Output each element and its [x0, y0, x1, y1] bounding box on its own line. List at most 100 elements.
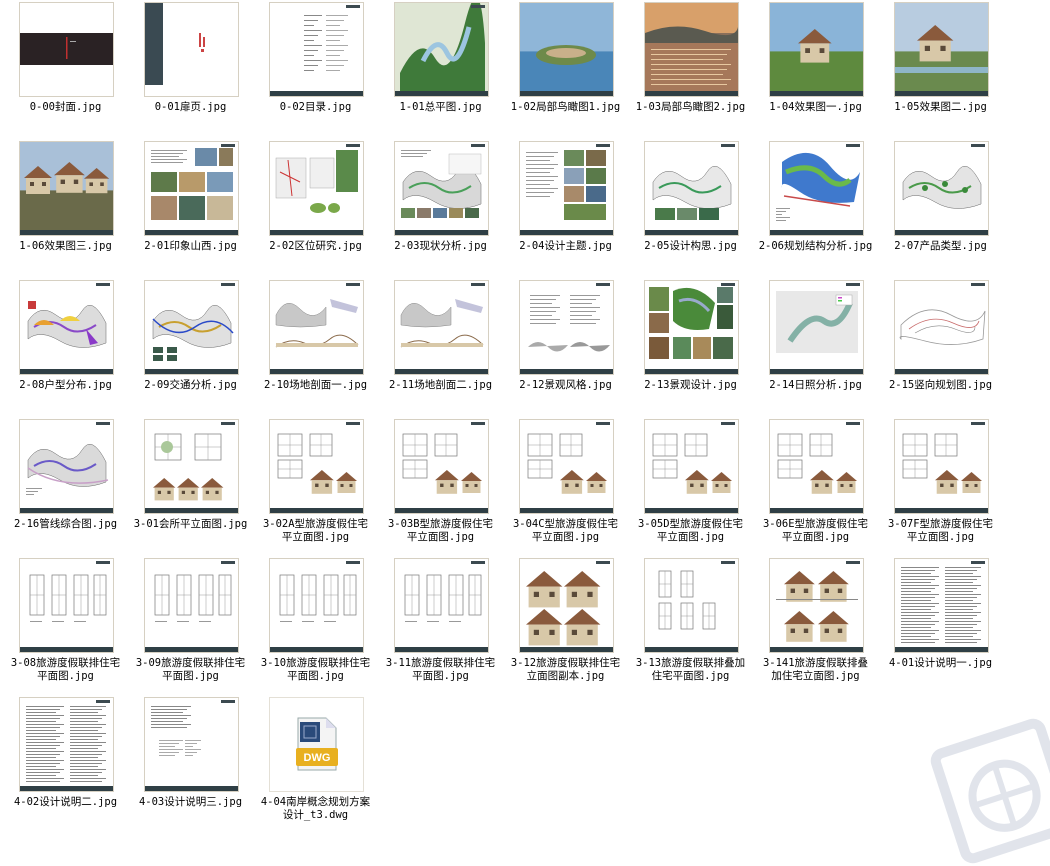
file-name[interactable]: 3-04C型旅游度假住宅 平立面图.jpg — [503, 518, 628, 544]
file-tile[interactable]: 1-04效果图一.jpg — [753, 2, 878, 141]
image-thumbnail[interactable] — [394, 419, 489, 514]
image-thumbnail[interactable] — [19, 558, 114, 653]
image-thumbnail[interactable] — [769, 280, 864, 375]
file-tile[interactable]: 1-01总平图.jpg — [378, 2, 503, 141]
image-thumbnail[interactable] — [19, 419, 114, 514]
file-name[interactable]: 2-02区位研究.jpg — [253, 240, 378, 253]
file-name[interactable]: 2-12景观风格.jpg — [503, 379, 628, 392]
file-name[interactable]: 1-05效果图二.jpg — [878, 101, 1003, 114]
file-name[interactable]: 0-02目录.jpg — [253, 101, 378, 114]
file-tile[interactable]: 4-01设计说明一.jpg — [878, 558, 1003, 697]
image-thumbnail[interactable] — [144, 141, 239, 236]
file-tile[interactable]: 3-01会所平立面图.jpg — [128, 419, 253, 558]
file-name[interactable]: 2-13景观设计.jpg — [628, 379, 753, 392]
file-name[interactable]: 4-01设计说明一.jpg — [878, 657, 1003, 670]
file-name[interactable]: 4-02设计说明二.jpg — [3, 796, 128, 809]
image-thumbnail[interactable] — [19, 2, 114, 97]
file-name[interactable]: 2-11场地剖面二.jpg — [378, 379, 503, 392]
file-tile[interactable]: 2-08户型分布.jpg — [3, 280, 128, 419]
file-tile[interactable]: 2-14日照分析.jpg — [753, 280, 878, 419]
file-tile[interactable]: 3-03B型旅游度假住宅 平立面图.jpg — [378, 419, 503, 558]
file-tile[interactable]: 3-06E型旅游度假住宅 平立面图.jpg — [753, 419, 878, 558]
file-tile[interactable]: 3-09旅游度假联排住宅 平面图.jpg — [128, 558, 253, 697]
image-thumbnail[interactable] — [394, 280, 489, 375]
file-name[interactable]: 3-03B型旅游度假住宅 平立面图.jpg — [378, 518, 503, 544]
dwg-file-thumbnail[interactable]: DWG — [269, 697, 364, 792]
file-tile[interactable]: 1-06效果图三.jpg — [3, 141, 128, 280]
file-tile[interactable]: 4-03设计说明三.jpg — [128, 697, 253, 836]
file-name[interactable]: 1-01总平图.jpg — [378, 101, 503, 114]
file-name[interactable]: 2-06规划结构分析.jpg — [753, 240, 878, 253]
file-name[interactable]: 2-10场地剖面一.jpg — [253, 379, 378, 392]
image-thumbnail[interactable] — [394, 141, 489, 236]
image-thumbnail[interactable] — [644, 280, 739, 375]
file-tile[interactable]: 2-10场地剖面一.jpg — [253, 280, 378, 419]
image-thumbnail[interactable] — [144, 419, 239, 514]
file-tile[interactable]: 0-00封面.jpg — [3, 2, 128, 141]
image-thumbnail[interactable] — [19, 697, 114, 792]
file-name[interactable]: 3-10旅游度假联排住宅 平面图.jpg — [253, 657, 378, 683]
image-thumbnail[interactable] — [394, 2, 489, 97]
file-name[interactable]: 1-02局部鸟瞰图1.jpg — [503, 101, 628, 114]
file-name[interactable]: 2-04设计主题.jpg — [503, 240, 628, 253]
file-name[interactable]: 4-03设计说明三.jpg — [128, 796, 253, 809]
image-thumbnail[interactable] — [769, 558, 864, 653]
file-name[interactable]: 2-14日照分析.jpg — [753, 379, 878, 392]
image-thumbnail[interactable] — [269, 141, 364, 236]
file-name[interactable]: 3-141旅游度假联排叠 加住宅立面图.jpg — [753, 657, 878, 683]
file-tile[interactable]: 2-12景观风格.jpg — [503, 280, 628, 419]
file-name[interactable]: 3-07F型旅游度假住宅 平立面图.jpg — [878, 518, 1003, 544]
image-thumbnail[interactable] — [144, 697, 239, 792]
image-thumbnail[interactable] — [769, 141, 864, 236]
file-tile[interactable]: 2-16管线综合图.jpg — [3, 419, 128, 558]
file-tile[interactable]: 2-04设计主题.jpg — [503, 141, 628, 280]
image-thumbnail[interactable] — [894, 141, 989, 236]
file-name[interactable]: 1-06效果图三.jpg — [3, 240, 128, 253]
file-name[interactable]: 2-07产品类型.jpg — [878, 240, 1003, 253]
image-thumbnail[interactable] — [894, 419, 989, 514]
file-name[interactable]: 0-00封面.jpg — [3, 101, 128, 114]
file-name[interactable]: 1-04效果图一.jpg — [753, 101, 878, 114]
image-thumbnail[interactable] — [519, 419, 614, 514]
file-tile[interactable]: 3-141旅游度假联排叠 加住宅立面图.jpg — [753, 558, 878, 697]
file-tile[interactable]: 3-02A型旅游度假住宅 平立面图.jpg — [253, 419, 378, 558]
file-tile[interactable]: 0-02目录.jpg — [253, 2, 378, 141]
file-name[interactable]: 2-05设计构思.jpg — [628, 240, 753, 253]
image-thumbnail[interactable] — [894, 2, 989, 97]
file-name[interactable]: 0-01扉页.jpg — [128, 101, 253, 114]
file-tile[interactable]: 3-08旅游度假联排住宅 平面图.jpg — [3, 558, 128, 697]
file-tile[interactable]: 2-05设计构思.jpg — [628, 141, 753, 280]
file-name[interactable]: 4-04南岸概念规划方案 设计_t3.dwg — [253, 796, 378, 822]
file-name[interactable]: 3-05D型旅游度假住宅 平立面图.jpg — [628, 518, 753, 544]
file-name[interactable]: 2-08户型分布.jpg — [3, 379, 128, 392]
file-tile[interactable]: 2-15竖向规划图.jpg — [878, 280, 1003, 419]
file-tile[interactable]: 3-10旅游度假联排住宅 平面图.jpg — [253, 558, 378, 697]
image-thumbnail[interactable] — [769, 2, 864, 97]
file-tile[interactable]: 3-04C型旅游度假住宅 平立面图.jpg — [503, 419, 628, 558]
file-tile[interactable]: 3-07F型旅游度假住宅 平立面图.jpg — [878, 419, 1003, 558]
image-thumbnail[interactable] — [644, 558, 739, 653]
file-tile[interactable]: 3-11旅游度假联排住宅 平面图.jpg — [378, 558, 503, 697]
image-thumbnail[interactable] — [519, 141, 614, 236]
file-name[interactable]: 2-15竖向规划图.jpg — [878, 379, 1003, 392]
image-thumbnail[interactable] — [269, 2, 364, 97]
image-thumbnail[interactable] — [894, 280, 989, 375]
file-name[interactable]: 2-01印象山西.jpg — [128, 240, 253, 253]
file-tile[interactable]: 2-02区位研究.jpg — [253, 141, 378, 280]
file-tile[interactable]: 4-02设计说明二.jpg — [3, 697, 128, 836]
file-tile[interactable]: 1-03局部鸟瞰图2.jpg — [628, 2, 753, 141]
file-name[interactable]: 2-16管线综合图.jpg — [3, 518, 128, 531]
image-thumbnail[interactable] — [394, 558, 489, 653]
image-thumbnail[interactable] — [144, 2, 239, 97]
file-name[interactable]: 3-09旅游度假联排住宅 平面图.jpg — [128, 657, 253, 683]
image-thumbnail[interactable] — [644, 141, 739, 236]
image-thumbnail[interactable] — [894, 558, 989, 653]
file-tile[interactable]: 3-05D型旅游度假住宅 平立面图.jpg — [628, 419, 753, 558]
image-thumbnail[interactable] — [269, 558, 364, 653]
image-thumbnail[interactable] — [519, 280, 614, 375]
file-tile[interactable]: 2-03现状分析.jpg — [378, 141, 503, 280]
file-tile[interactable]: 0-01扉页.jpg — [128, 2, 253, 141]
file-tile[interactable]: 2-01印象山西.jpg — [128, 141, 253, 280]
image-thumbnail[interactable] — [644, 419, 739, 514]
file-tile[interactable]: 2-07产品类型.jpg — [878, 141, 1003, 280]
